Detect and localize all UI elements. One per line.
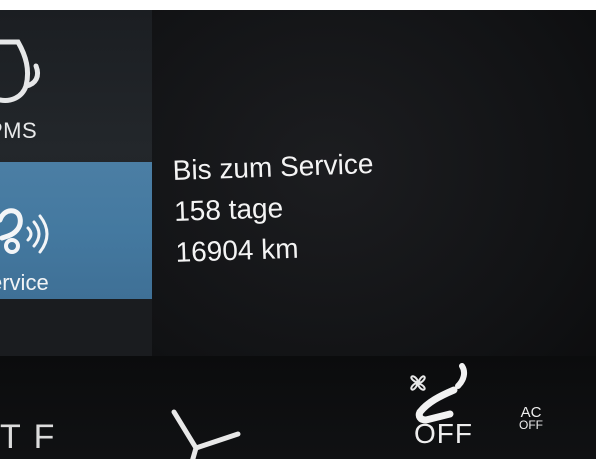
ac-state: OFF <box>519 418 543 432</box>
infotainment-display: PMS ervice Bis zum Service 158 tage 1690… <box>0 10 596 459</box>
service-km-remaining: 16904 km <box>175 232 300 268</box>
car-service-icon <box>0 208 49 254</box>
service-info: Bis zum Service 158 tage 16904 km <box>172 143 377 273</box>
seat-ventilation-state[interactable]: OFF <box>414 418 473 450</box>
app-sidebar: PMS ervice <box>0 10 152 356</box>
climate-bar: T F OFF AC OFF <box>0 356 596 459</box>
service-heading: Bis zum Service <box>172 147 374 186</box>
seat-heating-icon[interactable] <box>168 408 248 459</box>
climate-partial-label: T F <box>0 418 57 456</box>
sidebar-empty-slot <box>0 299 152 356</box>
ac-button[interactable]: AC OFF <box>519 405 543 432</box>
sidebar-item-label: ervice <box>0 270 49 295</box>
service-days-remaining: 158 tage <box>173 192 284 227</box>
sidebar-item-tpms[interactable]: PMS <box>0 10 152 162</box>
screen: PMS ervice Bis zum Service 158 tage 1690… <box>0 0 604 459</box>
sidebar-item-service[interactable]: ervice <box>0 162 152 299</box>
sidebar-item-label: PMS <box>0 118 38 143</box>
tire-pressure-icon <box>0 39 41 103</box>
